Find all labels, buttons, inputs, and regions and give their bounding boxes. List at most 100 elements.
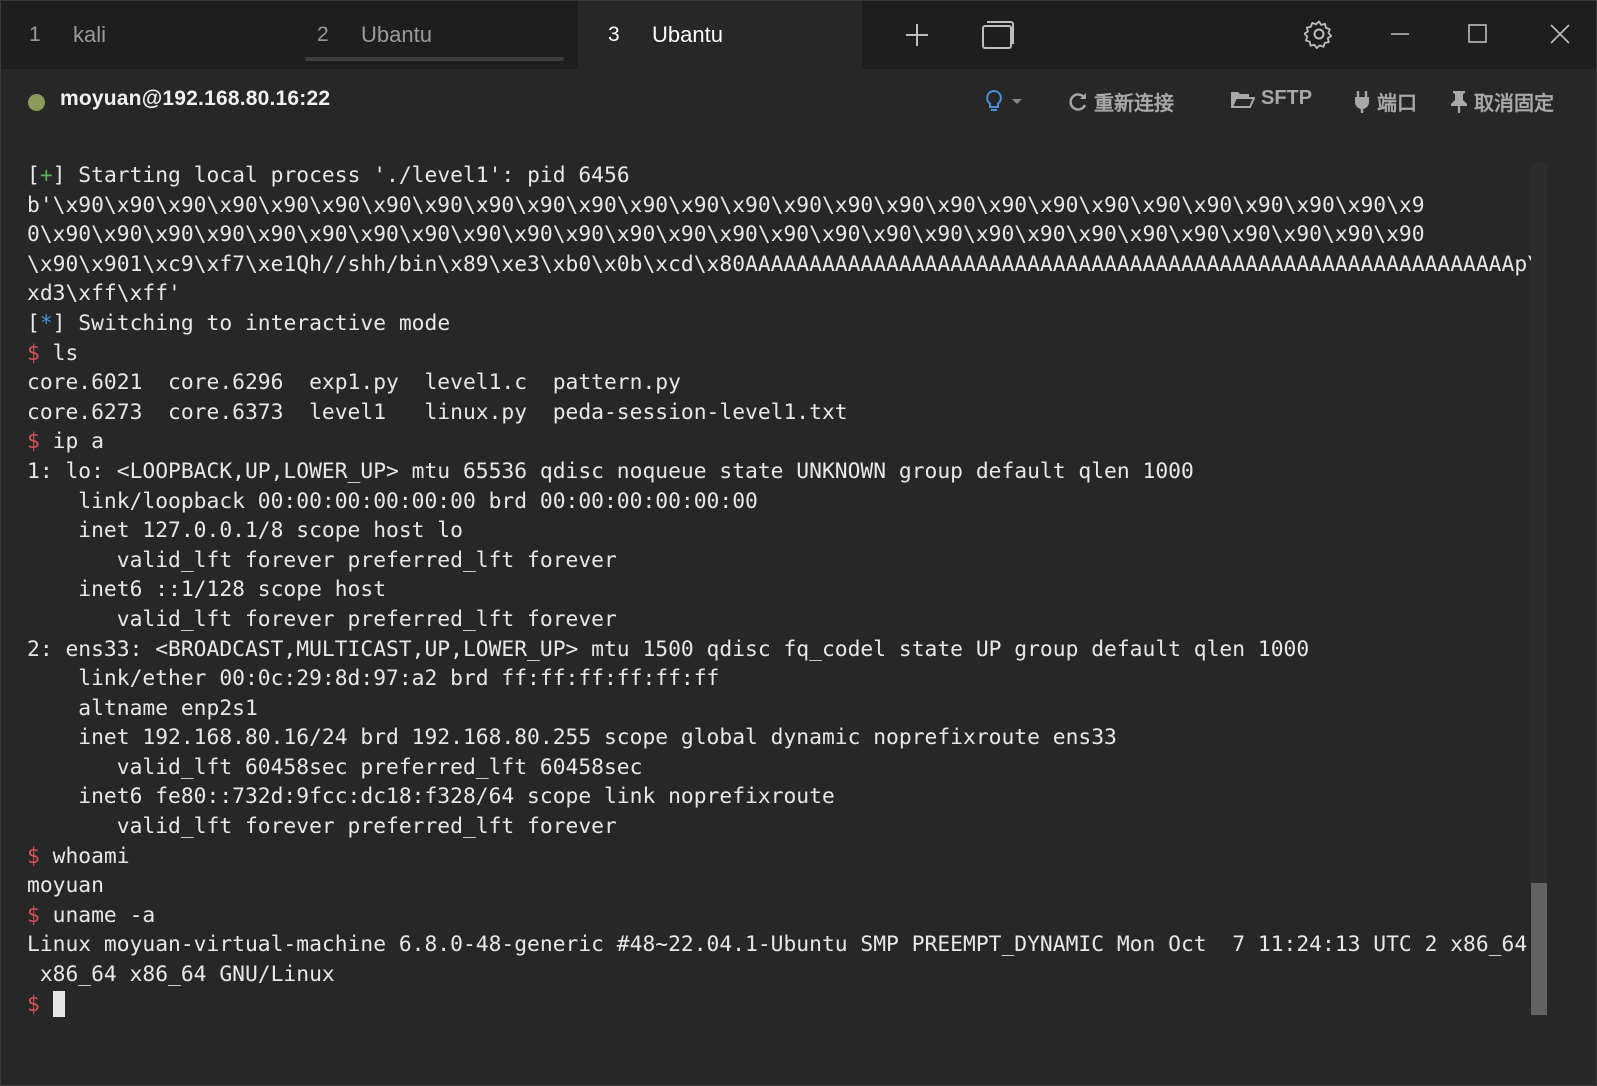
terminal-line: 1: lo: <LOOPBACK,UP,LOWER_UP> mtu 65536 … xyxy=(27,457,1547,487)
terminal-window: 1 kali 2 Ubantu 3 Ubantu moyuan@192.168.… xyxy=(0,0,1597,1086)
tab-label: Ubantu xyxy=(652,22,723,47)
reconnect-label: 重新连接 xyxy=(1094,93,1174,115)
terminal-line: Linux moyuan-virtual-machine 6.8.0-48-ge… xyxy=(27,930,1547,960)
terminal-text: Linux moyuan-virtual-machine 6.8.0-48-ge… xyxy=(27,932,1528,958)
terminal-line: b'\x90\x90\x90\x90\x90\x90\x90\x90\x90\x… xyxy=(27,191,1547,221)
terminal-line: valid_lft 60458sec preferred_lft 60458se… xyxy=(27,753,1547,783)
tab-label: kali xyxy=(73,22,107,47)
terminal-line: xd3\xff\xff' xyxy=(27,279,1547,309)
terminal-line: inet6 fe80::732d:9fcc:dc18:f328/64 scope… xyxy=(27,782,1547,812)
new-tab-button[interactable] xyxy=(897,15,937,55)
tips-button[interactable] xyxy=(983,88,1023,114)
terminal-line: 0\x90\x90\x90\x90\x90\x90\x90\x90\x90\x9… xyxy=(27,220,1547,250)
shell-prompt: $ xyxy=(27,902,40,928)
tab-number: 1 xyxy=(29,23,41,46)
terminal-text: core.6021 core.6296 exp1.py level1.c pat… xyxy=(27,370,681,396)
terminal-text: valid_lft forever preferred_lft forever xyxy=(27,606,617,632)
unpin-label: 取消固定 xyxy=(1474,93,1554,115)
status-prefix: [+] xyxy=(27,163,66,188)
tab-ubantu-1[interactable]: 2 Ubantu xyxy=(291,1,578,69)
refresh-icon xyxy=(1068,91,1088,113)
terminal-text: uname -a xyxy=(39,902,156,928)
terminal-line: $ ip a xyxy=(27,427,1547,457)
tab-label: Ubantu xyxy=(361,22,432,47)
maximize-button[interactable] xyxy=(1453,11,1503,57)
sftp-label: SFTP xyxy=(1261,87,1313,109)
terminal-line: $ whoami xyxy=(27,842,1547,872)
terminal-text: valid_lft 60458sec preferred_lft 60458se… xyxy=(27,754,643,780)
tab-ubantu-2-active[interactable]: 3 Ubantu xyxy=(578,1,862,69)
tab-number: 3 xyxy=(608,23,620,46)
text-cursor xyxy=(52,990,65,1017)
terminal-line: $ ls xyxy=(27,339,1547,369)
terminal-text: moyuan xyxy=(27,873,104,899)
terminal-line: link/loopback 00:00:00:00:00:00 brd 00:0… xyxy=(27,487,1547,517)
tab-overview-button[interactable] xyxy=(978,15,1018,55)
reconnect-button[interactable]: 重新连接 xyxy=(1068,87,1174,116)
terminal-line: valid_lft forever preferred_lft forever xyxy=(27,812,1547,842)
connection-status-dot xyxy=(28,94,45,111)
lightbulb-icon xyxy=(983,88,1005,114)
terminal-output[interactable]: [+] Starting local process './level1': p… xyxy=(27,161,1547,1041)
terminal-line: 2: ens33: <BROADCAST,MULTICAST,UP,LOWER_… xyxy=(27,635,1547,665)
terminal-text: inet6 ::1/128 scope host xyxy=(27,577,387,603)
terminal-line: inet6 ::1/128 scope host xyxy=(27,575,1547,605)
terminal-text: valid_lft forever preferred_lft forever xyxy=(27,547,617,573)
terminal-line: $ uname -a xyxy=(27,901,1547,931)
tab-kali[interactable]: 1 kali xyxy=(1,1,291,69)
terminal-text: whoami xyxy=(39,843,130,869)
session-title: moyuan@192.168.80.16:22 xyxy=(60,87,331,110)
terminal-line: core.6273 core.6373 level1 linux.py peda… xyxy=(27,398,1547,428)
settings-button[interactable] xyxy=(1294,11,1344,57)
terminal-text: x86_64 x86_64 GNU/Linux xyxy=(27,962,335,988)
terminal-text: Starting local process './level1': pid 6… xyxy=(65,163,630,188)
plus-icon xyxy=(904,22,930,48)
tab-bar: 1 kali 2 Ubantu 3 Ubantu xyxy=(1,1,1596,69)
terminal-line: x86_64 x86_64 GNU/Linux xyxy=(27,960,1547,990)
chevron-down-icon xyxy=(1011,96,1023,106)
terminal-text: 2: ens33: <BROADCAST,MULTICAST,UP,LOWER_… xyxy=(27,636,1310,662)
windows-overlap-icon xyxy=(981,20,1015,50)
terminal-line: altname enp2s1 xyxy=(27,694,1547,724)
scrollbar-thumb[interactable] xyxy=(1531,883,1547,1015)
terminal-line: core.6021 core.6296 exp1.py level1.c pat… xyxy=(27,368,1547,398)
terminal-text: xd3\xff\xff' xyxy=(27,281,181,307)
minimize-icon xyxy=(1389,23,1411,45)
terminal-text: core.6273 core.6373 level1 linux.py peda… xyxy=(27,399,848,425)
terminal-text: ls xyxy=(39,340,79,366)
terminal-text: 1: lo: <LOOPBACK,UP,LOWER_UP> mtu 65536 … xyxy=(27,458,1194,484)
session-header: moyuan@192.168.80.16:22 重新连接 SFTP 端口 取消固… xyxy=(1,69,1596,133)
sftp-button[interactable]: SFTP xyxy=(1229,87,1312,110)
shell-prompt: $ xyxy=(27,429,40,455)
port-label: 端口 xyxy=(1377,93,1417,115)
terminal-line: [+] Starting local process './level1': p… xyxy=(27,161,1547,191)
tab-hover-indicator xyxy=(305,57,564,61)
terminal-text: altname enp2s1 xyxy=(27,695,258,721)
terminal-text: inet 192.168.80.16/24 brd 192.168.80.255… xyxy=(27,725,1117,751)
plug-icon xyxy=(1353,90,1371,114)
gear-icon xyxy=(1304,19,1334,49)
terminal-text: link/ether 00:0c:29:8d:97:a2 brd ff:ff:f… xyxy=(27,666,720,692)
status-prefix: [*] xyxy=(27,310,66,336)
terminal-text: valid_lft forever preferred_lft forever xyxy=(27,814,617,840)
unpin-button[interactable]: 取消固定 xyxy=(1450,87,1554,116)
terminal-line: link/ether 00:0c:29:8d:97:a2 brd ff:ff:f… xyxy=(27,664,1547,694)
terminal-line: valid_lft forever preferred_lft forever xyxy=(27,546,1547,576)
shell-prompt: $ xyxy=(27,843,40,869)
terminal-text: Switching to interactive mode xyxy=(65,310,451,336)
folder-open-icon xyxy=(1229,88,1255,110)
terminal-text: b'\x90\x90\x90\x90\x90\x90\x90\x90\x90\x… xyxy=(27,192,1425,218)
shell-prompt: $ xyxy=(27,340,40,366)
pin-icon xyxy=(1450,90,1468,114)
terminal-line: inet 127.0.0.1/8 scope host lo xyxy=(27,516,1547,546)
port-button[interactable]: 端口 xyxy=(1353,87,1417,116)
close-button[interactable] xyxy=(1535,11,1585,57)
maximize-icon xyxy=(1467,23,1489,45)
terminal-text: inet6 fe80::732d:9fcc:dc18:f328/64 scope… xyxy=(27,784,835,810)
terminal-text: inet 127.0.0.1/8 scope host lo xyxy=(27,518,463,544)
terminal-line: inet 192.168.80.16/24 brd 192.168.80.255… xyxy=(27,723,1547,753)
shell-prompt: $ xyxy=(27,991,40,1017)
terminal-text: 0\x90\x90\x90\x90\x90\x90\x90\x90\x90\x9… xyxy=(27,222,1425,248)
minimize-button[interactable] xyxy=(1375,11,1425,57)
tab-number: 2 xyxy=(317,23,329,46)
